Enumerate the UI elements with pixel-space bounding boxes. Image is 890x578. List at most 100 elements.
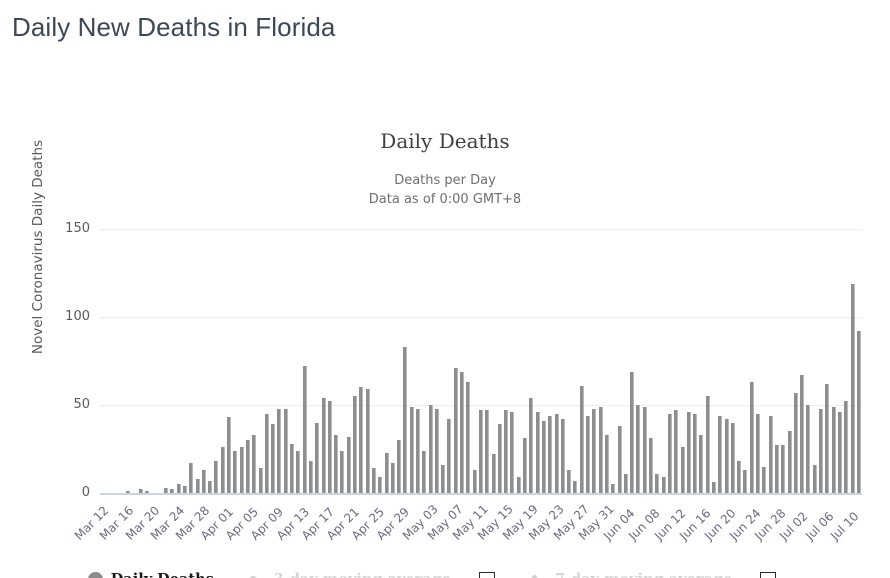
- bar[interactable]: [252, 434, 257, 493]
- bar[interactable]: [737, 461, 742, 493]
- bar[interactable]: [378, 477, 383, 493]
- legend-item-2[interactable]: 3-day moving average: [240, 571, 496, 578]
- bar[interactable]: [819, 408, 824, 493]
- bar[interactable]: [825, 383, 830, 493]
- bar[interactable]: [176, 484, 181, 493]
- bar[interactable]: [592, 408, 597, 493]
- bar[interactable]: [850, 283, 855, 493]
- bar[interactable]: [416, 408, 420, 493]
- bar[interactable]: [422, 450, 427, 493]
- bar[interactable]: [711, 482, 716, 493]
- bar[interactable]: [844, 401, 849, 493]
- bar[interactable]: [353, 396, 358, 493]
- bar[interactable]: [642, 406, 647, 493]
- bar[interactable]: [504, 410, 509, 493]
- bar[interactable]: [529, 397, 534, 493]
- bar[interactable]: [774, 445, 779, 493]
- legend-checkbox[interactable]: [760, 571, 777, 578]
- bar[interactable]: [428, 405, 433, 493]
- bar[interactable]: [686, 412, 691, 493]
- bar[interactable]: [573, 480, 578, 493]
- bar[interactable]: [227, 417, 232, 493]
- bar[interactable]: [434, 408, 439, 493]
- bar[interactable]: [334, 434, 339, 493]
- bar[interactable]: [208, 480, 213, 493]
- bar[interactable]: [315, 422, 320, 493]
- bar[interactable]: [730, 422, 735, 493]
- bar[interactable]: [321, 397, 326, 493]
- bar[interactable]: [636, 405, 641, 493]
- bar[interactable]: [598, 406, 603, 493]
- bar[interactable]: [271, 424, 276, 493]
- bar[interactable]: [718, 415, 723, 493]
- bar[interactable]: [806, 405, 811, 493]
- bar[interactable]: [472, 470, 477, 493]
- bar[interactable]: [264, 413, 269, 493]
- bar[interactable]: [567, 470, 572, 493]
- bar[interactable]: [466, 382, 471, 493]
- bar[interactable]: [277, 408, 282, 493]
- bar[interactable]: [812, 464, 817, 493]
- bar[interactable]: [649, 438, 654, 493]
- bar[interactable]: [762, 466, 767, 493]
- bar[interactable]: [359, 387, 364, 493]
- bar[interactable]: [548, 415, 553, 493]
- bar[interactable]: [667, 413, 672, 493]
- bar[interactable]: [856, 331, 861, 493]
- bar[interactable]: [447, 419, 452, 493]
- bar[interactable]: [554, 413, 559, 493]
- bar[interactable]: [183, 485, 187, 493]
- bar[interactable]: [604, 434, 609, 493]
- bar[interactable]: [371, 468, 376, 493]
- bar[interactable]: [283, 408, 288, 493]
- bar[interactable]: [510, 412, 515, 493]
- bar[interactable]: [308, 461, 313, 493]
- bar[interactable]: [523, 438, 528, 493]
- bar[interactable]: [403, 346, 408, 493]
- bar[interactable]: [491, 454, 496, 493]
- bar[interactable]: [516, 477, 521, 493]
- bar[interactable]: [258, 468, 263, 493]
- bar[interactable]: [497, 424, 502, 493]
- bar[interactable]: [680, 447, 685, 493]
- bar[interactable]: [768, 415, 773, 493]
- bar[interactable]: [346, 436, 351, 493]
- bar[interactable]: [800, 375, 805, 493]
- bar[interactable]: [384, 452, 389, 493]
- bar[interactable]: [749, 382, 754, 493]
- bar[interactable]: [340, 450, 345, 493]
- bar[interactable]: [397, 440, 402, 493]
- bar[interactable]: [327, 401, 332, 493]
- bar[interactable]: [699, 434, 704, 493]
- bar[interactable]: [655, 473, 660, 493]
- bar[interactable]: [541, 420, 546, 493]
- bar[interactable]: [365, 389, 370, 493]
- bar[interactable]: [743, 470, 748, 493]
- bar[interactable]: [724, 419, 729, 493]
- bar[interactable]: [233, 450, 238, 493]
- bar[interactable]: [535, 412, 540, 493]
- bar[interactable]: [302, 366, 307, 493]
- legend-checkbox[interactable]: [479, 571, 496, 578]
- bar[interactable]: [290, 443, 295, 493]
- legend-item-1[interactable]: Daily Deaths: [87, 571, 214, 578]
- bar[interactable]: [239, 447, 244, 493]
- bar[interactable]: [705, 396, 710, 493]
- bar[interactable]: [220, 447, 225, 493]
- bar[interactable]: [579, 385, 584, 493]
- bar[interactable]: [793, 392, 798, 493]
- bar[interactable]: [630, 371, 635, 493]
- bar[interactable]: [245, 440, 250, 493]
- legend-item-3[interactable]: 7-day moving average: [521, 571, 777, 578]
- bar[interactable]: [460, 371, 465, 493]
- bar[interactable]: [441, 464, 446, 493]
- bar[interactable]: [560, 419, 565, 493]
- bar[interactable]: [781, 445, 786, 493]
- bar[interactable]: [195, 478, 200, 493]
- bar[interactable]: [617, 426, 622, 493]
- bar[interactable]: [611, 484, 616, 493]
- bar[interactable]: [485, 410, 490, 493]
- bar[interactable]: [478, 410, 483, 493]
- bar[interactable]: [661, 477, 666, 493]
- bar[interactable]: [831, 406, 836, 493]
